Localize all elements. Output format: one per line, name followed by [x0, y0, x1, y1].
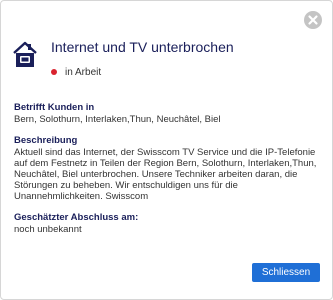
description-line: Störungen zu beheben. Wir entschuldigen …	[14, 180, 238, 191]
affected-heading: Betrifft Kunden in	[14, 102, 95, 113]
close-icon[interactable]	[304, 11, 322, 29]
affected-body: Bern, Solothurn, Interlaken,Thun, Neuchâ…	[14, 114, 221, 125]
status-text: in Arbeit	[65, 66, 102, 78]
status-indicator: in Arbeit	[51, 65, 101, 79]
outage-dialog: Internet und TV unterbrochen in Arbeit B…	[0, 0, 333, 300]
affected-section: Betrifft Kunden in Bern, Solothurn, Inte…	[14, 102, 324, 125]
dialog-title: Internet und TV unterbrochen	[51, 39, 234, 55]
description-line: Neuchâtel, Biel unterbrochen. Unsere Tec…	[14, 169, 298, 180]
eta-section: Geschätzter Abschluss am: noch unbekannt	[14, 212, 324, 235]
eta-heading: Geschätzter Abschluss am:	[14, 212, 139, 223]
description-line: auf dem Festnetz in Teilen der Region Be…	[14, 158, 317, 169]
description-line: Unannehmlichkeiten. Swisscom	[14, 191, 149, 202]
description-section: Beschreibung Aktuell sind das Internet, …	[14, 135, 324, 202]
eta-body: noch unbekannt	[14, 224, 82, 235]
close-button[interactable]: Schliessen	[252, 263, 320, 282]
house-icon	[13, 41, 37, 69]
status-dot-icon	[51, 69, 57, 75]
description-line: Aktuell sind das Internet, der Swisscom …	[14, 147, 316, 158]
description-heading: Beschreibung	[14, 135, 78, 146]
